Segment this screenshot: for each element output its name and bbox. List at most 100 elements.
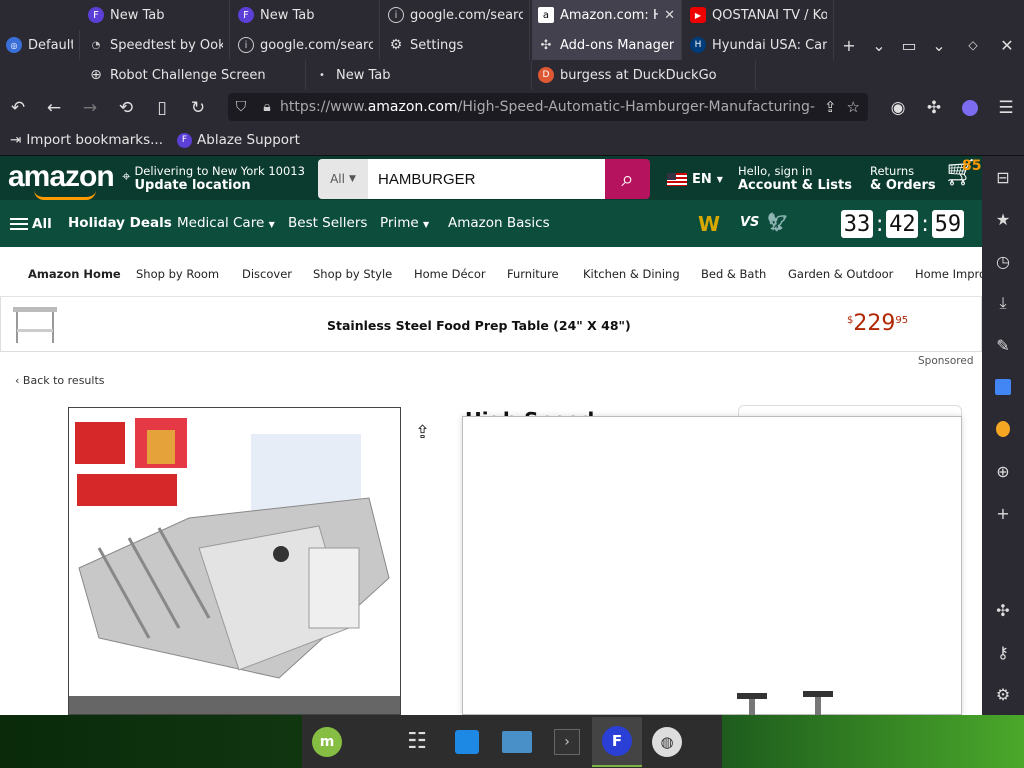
bookmark-ablaze-support[interactable]: F Ablaze Support (177, 132, 300, 148)
tab-qostanai[interactable]: ▶ QOSTANAI TV / Ko (684, 0, 834, 30)
search-button[interactable]: ⌕ (605, 159, 650, 199)
browser-sidebar: ⊟ ★ ◷ ⤓ ✎ ⊕ + ✣ ⚷ ⚙ (982, 156, 1024, 715)
nav-medical-care[interactable]: Medical Care ▼ (177, 215, 275, 231)
search-input[interactable] (368, 159, 605, 199)
tab-settings[interactable]: ⚙ Settings (382, 30, 530, 60)
nav-prime[interactable]: Prime ▼ (380, 215, 429, 231)
tab-hyundai[interactable]: H Hyundai USA: Cars (684, 30, 834, 60)
reload-button[interactable]: ↻ (180, 93, 216, 123)
gear-icon[interactable]: ⚙ (982, 673, 1024, 715)
mango-icon[interactable] (982, 408, 1024, 450)
taskbar-apps: m ☷ › F ◍ (302, 715, 722, 768)
briefcase-icon[interactable]: ⊟ (982, 156, 1024, 198)
caret-down-icon: ▼ (422, 220, 430, 229)
language-selector[interactable]: EN ▼ (667, 172, 723, 187)
web-page: amazon ⌖ Delivering to New York 10013 Up… (0, 156, 982, 715)
sponsored-label: Sponsored (918, 355, 974, 367)
subnav-amazon-home[interactable]: Amazon Home (28, 267, 121, 281)
product-main-image[interactable] (68, 407, 401, 715)
tab-addons[interactable]: ✣ Add-ons Manager (532, 30, 682, 60)
returns-orders[interactable]: Returns & Orders (870, 164, 936, 193)
nav-amazon-basics[interactable]: Amazon Basics (448, 215, 550, 231)
chevron-down-icon[interactable]: ⌄ (864, 30, 894, 60)
translate-icon[interactable] (982, 366, 1024, 408)
amazon-icon: a (538, 7, 554, 23)
import-icon: ⇥ (10, 132, 22, 148)
machine-feet-image (737, 691, 833, 715)
undo-icon[interactable]: ↶ (0, 93, 36, 123)
tab-robot-challenge[interactable]: ⊕ Robot Challenge Screen (82, 60, 306, 90)
key-icon[interactable]: ⚷ (982, 631, 1024, 673)
ablaze-browser-icon[interactable]: F (592, 716, 642, 767)
tor-globe-icon[interactable]: ◍ (642, 717, 692, 767)
menu-icon[interactable]: ☰ (988, 93, 1024, 123)
subnav-kitchen-dining[interactable]: Kitchen & Dining (583, 267, 680, 281)
tab-google-search-2[interactable]: i google.com/search (232, 30, 380, 60)
history-icon[interactable]: ◷ (982, 240, 1024, 282)
account-icon[interactable]: ◉ (880, 93, 916, 123)
back-button[interactable]: ← (36, 93, 72, 123)
download-icon[interactable]: ⤓ (982, 282, 1024, 324)
subnav-discover[interactable]: Discover (242, 267, 292, 281)
pencil-icon[interactable]: ✎ (982, 324, 1024, 366)
tab-duckduckgo[interactable]: D burgess at DuckDuckGo (532, 60, 756, 90)
subnav-bed-bath[interactable]: Bed & Bath (701, 267, 766, 281)
subnav-furniture[interactable]: Furniture (507, 267, 559, 281)
settings-sliders-icon[interactable]: ☷ (392, 717, 442, 767)
tab-new-tab-1[interactable]: F New Tab (82, 0, 230, 30)
tab-google-search[interactable]: i google.com/search (382, 0, 530, 30)
tab-amazon[interactable]: a Amazon.com: High ✕ (532, 0, 682, 30)
chevron-down-icon[interactable]: ⌄ (924, 30, 954, 60)
subnav-shop-by-style[interactable]: Shop by Style (313, 267, 392, 281)
sponsored-ad-banner[interactable]: Stainless Steel Food Prep Table (24" X 4… (0, 297, 982, 352)
sync-icon[interactable]: ⟲ (108, 93, 144, 123)
caret-down-icon: ▼ (716, 175, 723, 184)
nav-best-sellers[interactable]: Best Sellers (288, 215, 367, 231)
close-window-icon[interactable]: ✕ (992, 30, 1022, 60)
back-to-results-link[interactable]: ‹ Back to results (15, 374, 105, 387)
extensions-icon[interactable]: ✣ (916, 93, 952, 123)
terminal-icon[interactable]: › (542, 717, 592, 767)
globe-icon[interactable]: ⊕ (982, 450, 1024, 492)
close-icon[interactable]: ✕ (664, 8, 675, 23)
subnav-home-decor[interactable]: Home Décor (414, 267, 486, 281)
amazon-logo[interactable]: amazon (8, 160, 115, 200)
account-lists[interactable]: Hello, sign in Account & Lists (738, 164, 852, 193)
clock-hours: 33 (841, 210, 873, 238)
sidebar-toggle-icon[interactable]: ▯ (144, 93, 180, 123)
add-panel-icon[interactable]: + (982, 492, 1024, 534)
bookmark-import[interactable]: ⇥ Import bookmarks... (10, 132, 163, 148)
software-store-icon[interactable] (442, 717, 492, 767)
diamond-icon[interactable]: ◇ (958, 30, 988, 60)
us-flag-icon (667, 173, 687, 186)
new-tab-button[interactable]: + (834, 30, 864, 60)
info-icon: i (388, 7, 404, 23)
bookmark-star-icon[interactable]: ☆ (847, 98, 860, 116)
gear-icon: ⚙ (389, 37, 403, 53)
tab-new-tab-3[interactable]: • New Tab (308, 60, 532, 90)
nav-holiday-deals[interactable]: Holiday Deals (68, 215, 172, 231)
tab-new-tab-2[interactable]: F New Tab (232, 0, 380, 30)
window-icon[interactable]: ▭ (894, 30, 924, 60)
star-icon[interactable]: ★ (982, 198, 1024, 240)
search-category-dropdown[interactable]: All ▼ (318, 159, 368, 199)
forward-button[interactable]: → (72, 93, 108, 123)
share-icon[interactable]: ⇪ (415, 422, 430, 443)
subnav-home-improvement[interactable]: Home Impro (915, 267, 982, 281)
linux-mint-menu-icon[interactable]: m (302, 717, 352, 767)
tab-default[interactable]: ◎ Default (0, 30, 80, 60)
extensions-icon[interactable]: ✣ (982, 589, 1024, 631)
url-bar[interactable]: ⛉ 🔒︎ https://www. amazon.com/High-Speed-A… (228, 93, 868, 121)
all-menu-button[interactable]: All (10, 215, 52, 233)
subnav-shop-by-room[interactable]: Shop by Room (136, 267, 219, 281)
tab-speedtest[interactable]: ◔ Speedtest by Ookla (82, 30, 230, 60)
eagles-logo[interactable]: 🦅︎ (766, 212, 789, 233)
tab-bar: F New Tab F New Tab i google.com/search … (0, 0, 1024, 90)
file-manager-icon[interactable] (492, 717, 542, 767)
share-icon[interactable]: ⇪ (824, 98, 837, 116)
youtube-icon: ▶ (690, 7, 706, 23)
delivery-location[interactable]: ⌖ Delivering to New York 10013 Update lo… (122, 164, 305, 193)
commanders-logo[interactable]: W (698, 212, 720, 236)
profile-avatar-icon[interactable] (952, 93, 988, 123)
subnav-garden-outdoor[interactable]: Garden & Outdoor (788, 267, 893, 281)
